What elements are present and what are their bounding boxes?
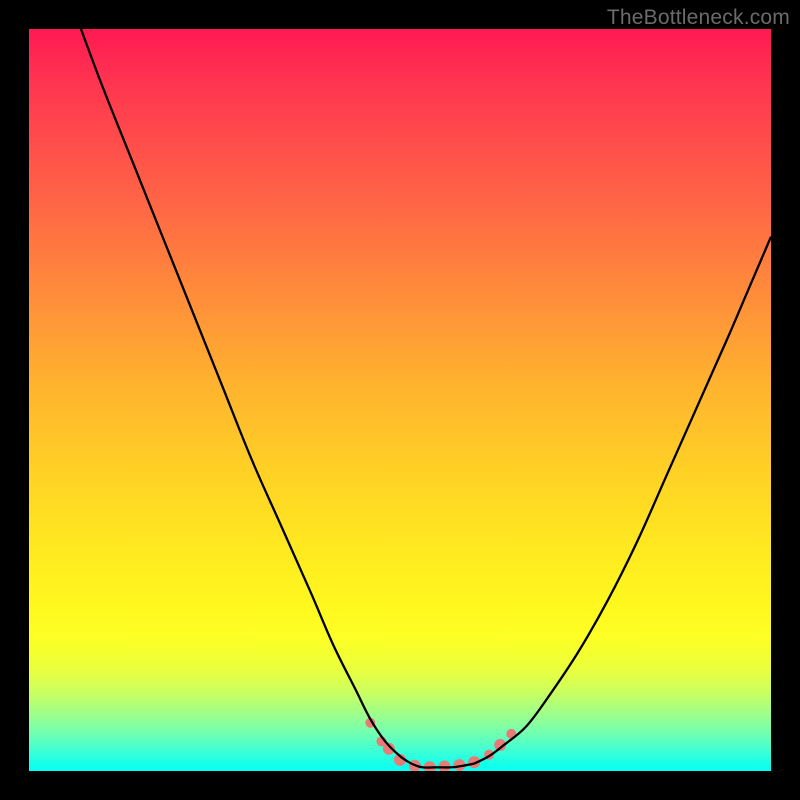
watermark-text: TheBottleneck.com [607, 6, 790, 30]
chart-svg [29, 29, 771, 771]
curve-right [474, 237, 771, 764]
marker-point [424, 761, 436, 771]
marker-point [439, 761, 451, 771]
chart-plot-area [29, 29, 771, 771]
curve-left [81, 29, 411, 764]
